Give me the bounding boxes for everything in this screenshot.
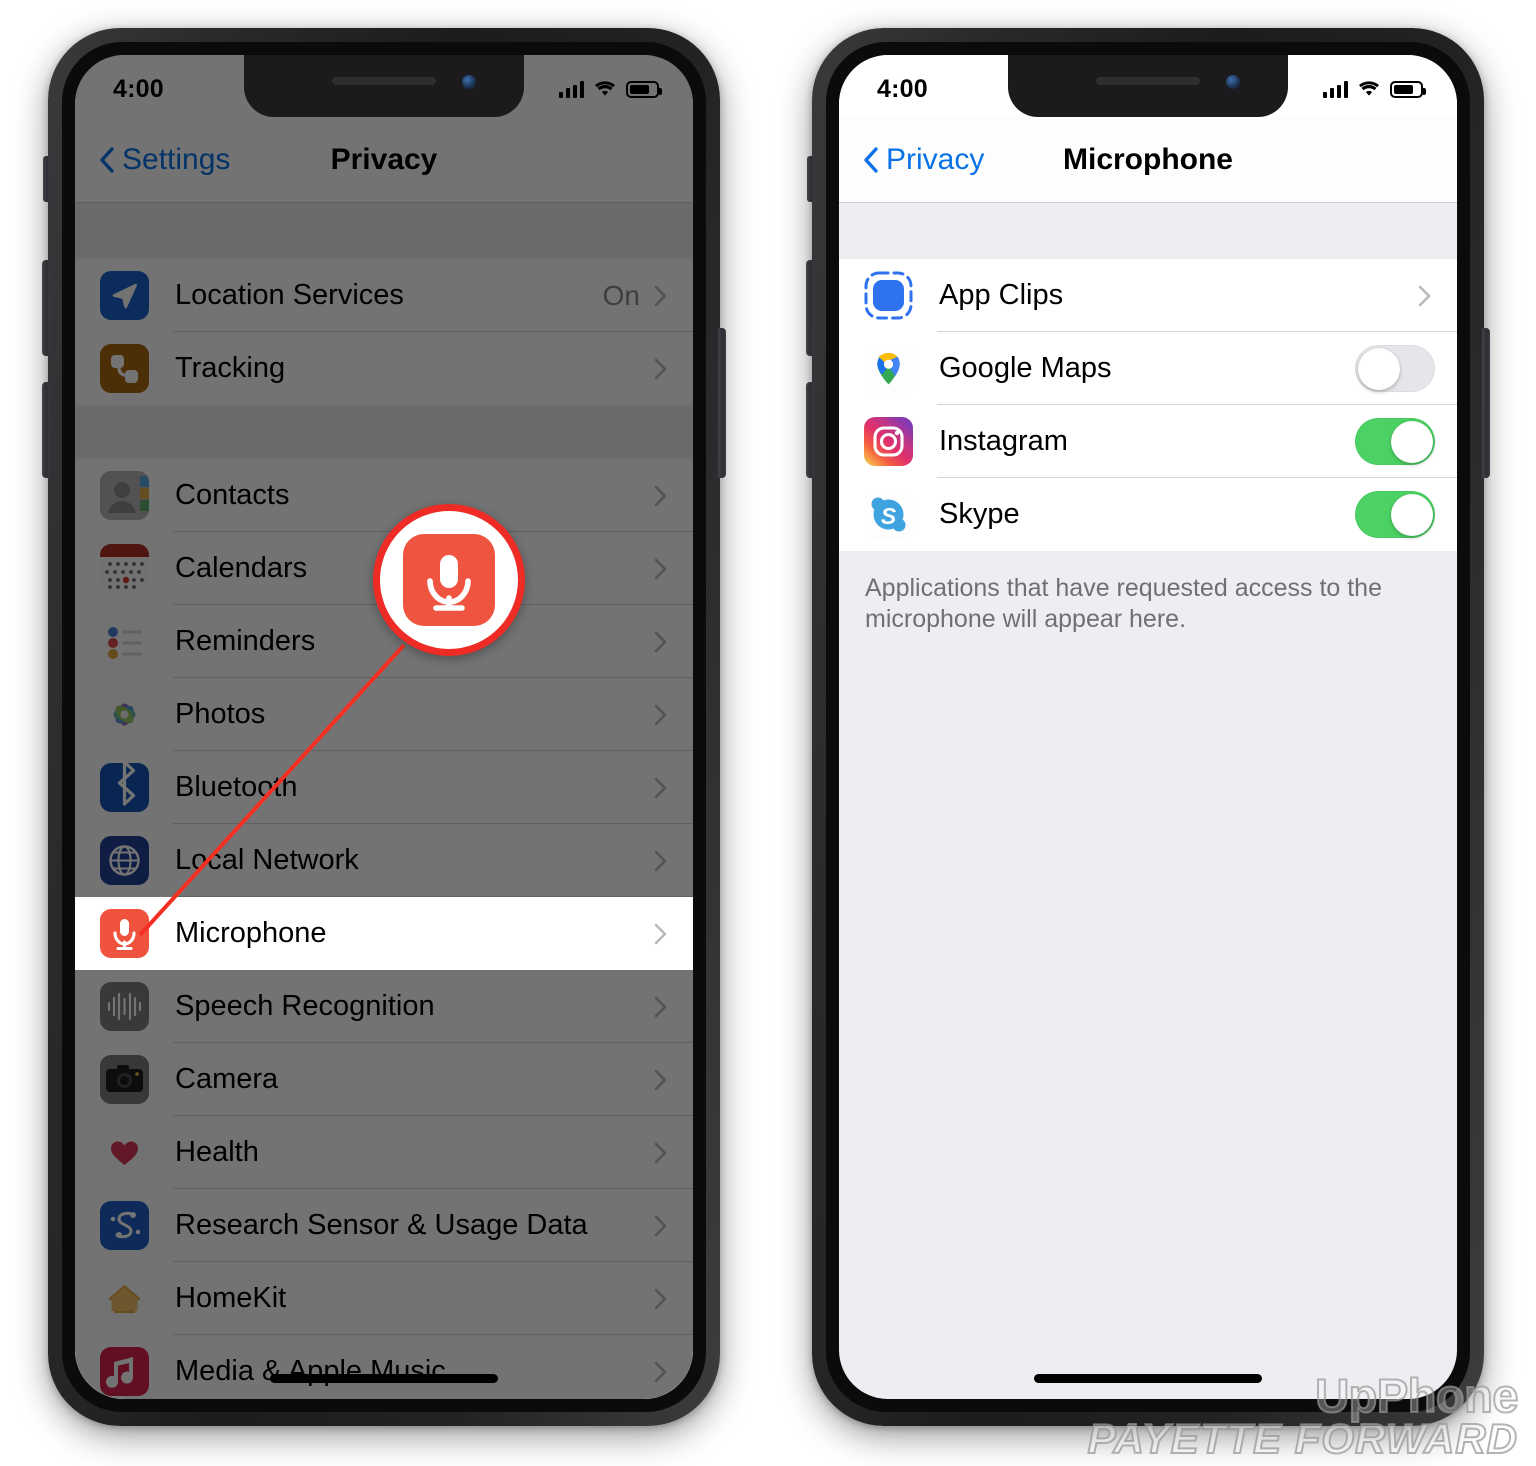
screenshot-root: 4:00 Settings Privacy Location Services … — [0, 0, 1536, 1466]
callout-microphone-highlight — [373, 504, 525, 656]
microphone-icon — [403, 534, 495, 626]
callout-pointer-line — [138, 643, 406, 937]
